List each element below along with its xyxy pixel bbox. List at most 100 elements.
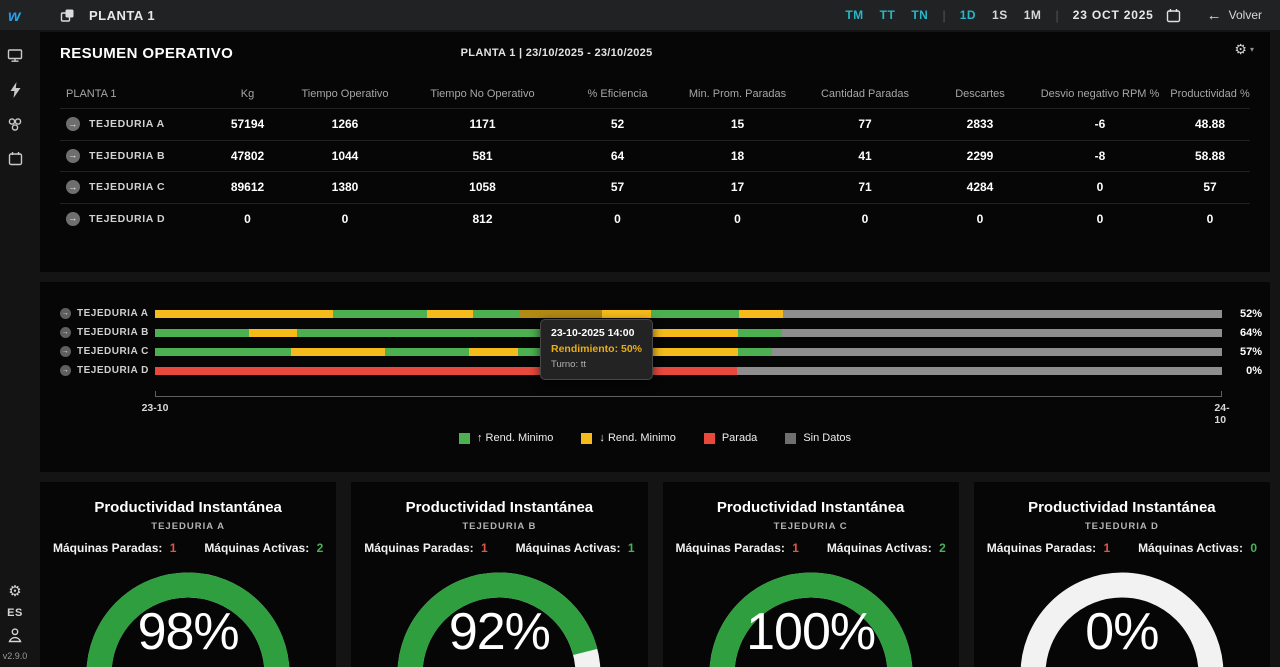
shift-filter-tm[interactable]: TM — [845, 8, 863, 22]
timeline-segment[interactable] — [602, 310, 651, 318]
table-cell: 18 — [675, 149, 800, 163]
timeline-segment[interactable] — [249, 329, 297, 337]
row-expand-arrow-icon[interactable]: → — [60, 346, 71, 357]
range-filter-1s[interactable]: 1S — [992, 8, 1008, 22]
row-expand-arrow-icon[interactable]: → — [66, 117, 80, 131]
back-arrow-icon: ← — [1207, 8, 1222, 23]
timeline-segment[interactable] — [473, 310, 519, 318]
calendar-icon[interactable] — [1166, 8, 1181, 23]
table-cell: 0 — [675, 212, 800, 226]
gauge-percent-value: 100% — [705, 606, 917, 658]
table-cell: 0 — [560, 212, 675, 226]
timeline-segment[interactable] — [737, 367, 1222, 375]
timeline-x-axis: 23-10 24-10 — [155, 396, 1222, 416]
row-expand-arrow-icon[interactable]: → — [60, 308, 71, 319]
range-filter-1d[interactable]: 1D — [960, 8, 976, 22]
windows-icon[interactable] — [60, 8, 75, 23]
tooltip-turno: Turno: tt — [551, 358, 642, 372]
machines-stopped-label: Máquinas Paradas: — [364, 541, 473, 555]
machines-row: Máquinas Paradas: 1Máquinas Activas: 1 — [351, 541, 647, 555]
machines-active-label: Máquinas Activas: — [1138, 541, 1243, 555]
timeline-segment[interactable] — [427, 310, 473, 318]
site-name: TEJEDURIA A — [77, 308, 148, 319]
site-name: TEJEDURIA C — [77, 346, 149, 357]
legend-label: ↑ Rend. Minimo — [477, 432, 553, 444]
legend-swatch — [581, 433, 592, 444]
table-cell: 15 — [675, 117, 800, 131]
productivity-cards: Productividad InstantáneaTEJEDURIA AMáqu… — [40, 482, 1270, 667]
timeline-bar[interactable] — [155, 367, 1222, 375]
energy-bolt-icon[interactable] — [9, 82, 22, 98]
legend-item[interactable]: Parada — [704, 432, 757, 444]
machines-active-label: Máquinas Activas: — [204, 541, 309, 555]
table-row[interactable]: →TEJEDURIA A57194126611715215772833-648.… — [60, 108, 1250, 140]
row-expand-arrow-icon[interactable]: → — [66, 149, 80, 163]
timeline-segment[interactable] — [738, 348, 772, 356]
timeline-segment[interactable] — [155, 348, 291, 356]
shift-filter-tt[interactable]: TT — [880, 8, 896, 22]
table-row[interactable]: →TEJEDURIA B4780210445816418412299-858.8… — [60, 140, 1250, 172]
settings-gear-icon[interactable]: ⚙ — [8, 584, 21, 599]
productivity-gauge: 0% — [1016, 564, 1228, 667]
machines-stopped-label: Máquinas Paradas: — [676, 541, 785, 555]
machines-active-value: 0 — [1247, 541, 1257, 555]
date-display[interactable]: 23 OCT 2025 — [1073, 8, 1154, 22]
gauge-percent-value: 92% — [393, 606, 605, 658]
productivity-card: Productividad InstantáneaTEJEDURIA DMáqu… — [974, 482, 1270, 667]
timeline-bar[interactable] — [155, 310, 1222, 318]
timeline-bar[interactable] — [155, 329, 1222, 337]
table-row[interactable]: →TEJEDURIA D00812000000 — [60, 203, 1250, 235]
legend-item[interactable]: ↑ Rend. Minimo — [459, 432, 553, 444]
timeline-segment[interactable] — [646, 329, 738, 337]
legend-item[interactable]: ↓ Rend. Minimo — [581, 432, 675, 444]
row-label: → TEJEDURIA A — [60, 117, 210, 131]
range-filter-1m[interactable]: 1M — [1024, 8, 1042, 22]
table-cell: 89612 — [210, 180, 285, 194]
calendar-icon[interactable] — [8, 151, 23, 166]
operations-table: PLANTA 1KgTiempo OperativoTiempo No Oper… — [60, 80, 1250, 234]
timeline-segment[interactable] — [782, 329, 1222, 337]
timeline-segment[interactable] — [738, 329, 783, 337]
user-profile-icon[interactable] — [7, 627, 23, 643]
timeline-segment[interactable] — [291, 348, 386, 356]
timeline-segment[interactable] — [651, 310, 738, 318]
timeline-segment[interactable] — [519, 310, 602, 318]
timeline-row-label[interactable]: → TEJEDURIA C — [60, 346, 155, 357]
timeline-segment[interactable] — [155, 329, 249, 337]
row-expand-arrow-icon[interactable]: → — [66, 212, 80, 226]
monitor-icon[interactable] — [7, 48, 23, 63]
card-site-name: TEJEDURIA C — [663, 521, 959, 532]
timeline-bar[interactable] — [155, 348, 1222, 356]
machines-stopped: Máquinas Paradas: 1 — [53, 541, 176, 555]
panel-settings-button[interactable]: ⚙ ▾ — [1234, 42, 1254, 56]
timeline-row-label[interactable]: →TEJEDURIA D — [60, 365, 155, 376]
app-logo-icon[interactable]: w — [8, 6, 30, 24]
timeline-segment[interactable] — [385, 348, 468, 356]
machines-active: Máquinas Activas: 2 — [204, 541, 323, 555]
legend-item[interactable]: Sin Datos — [785, 432, 851, 444]
column-header: Productividad % — [1170, 88, 1250, 100]
timeline-segment[interactable] — [333, 310, 427, 318]
timeline-segment[interactable] — [739, 310, 784, 318]
timeline-row-label[interactable]: →TEJEDURIA B — [60, 327, 155, 338]
table-cell: -6 — [1030, 117, 1170, 131]
table-row[interactable]: →TEJEDURIA C89612138010585717714284057 — [60, 171, 1250, 203]
timeline-segment[interactable] — [772, 348, 1222, 356]
timeline-percent: 64% — [1222, 327, 1270, 339]
row-expand-arrow-icon[interactable]: → — [66, 180, 80, 194]
language-selector[interactable]: ES — [7, 607, 23, 619]
shift-filter-tn[interactable]: TN — [911, 8, 928, 22]
site-name: TEJEDURIA A — [89, 118, 165, 130]
timeline-segment[interactable] — [155, 310, 333, 318]
timeline-segment[interactable] — [783, 310, 1222, 318]
back-button[interactable]: ← Volver — [1207, 8, 1262, 23]
resumen-operativo-panel: RESUMEN OPERATIVO PLANTA 1 | 23/10/2025 … — [40, 32, 1270, 272]
machines-cluster-icon[interactable] — [7, 117, 23, 132]
timeline-segment[interactable] — [646, 348, 738, 356]
machines-stopped-label: Máquinas Paradas: — [987, 541, 1096, 555]
machines-active: Máquinas Activas: 1 — [516, 541, 635, 555]
row-expand-arrow-icon[interactable]: → — [60, 327, 71, 338]
row-expand-arrow-icon[interactable]: → — [60, 365, 71, 376]
timeline-segment[interactable] — [469, 348, 518, 356]
timeline-row-label[interactable]: → TEJEDURIA A — [60, 308, 155, 319]
